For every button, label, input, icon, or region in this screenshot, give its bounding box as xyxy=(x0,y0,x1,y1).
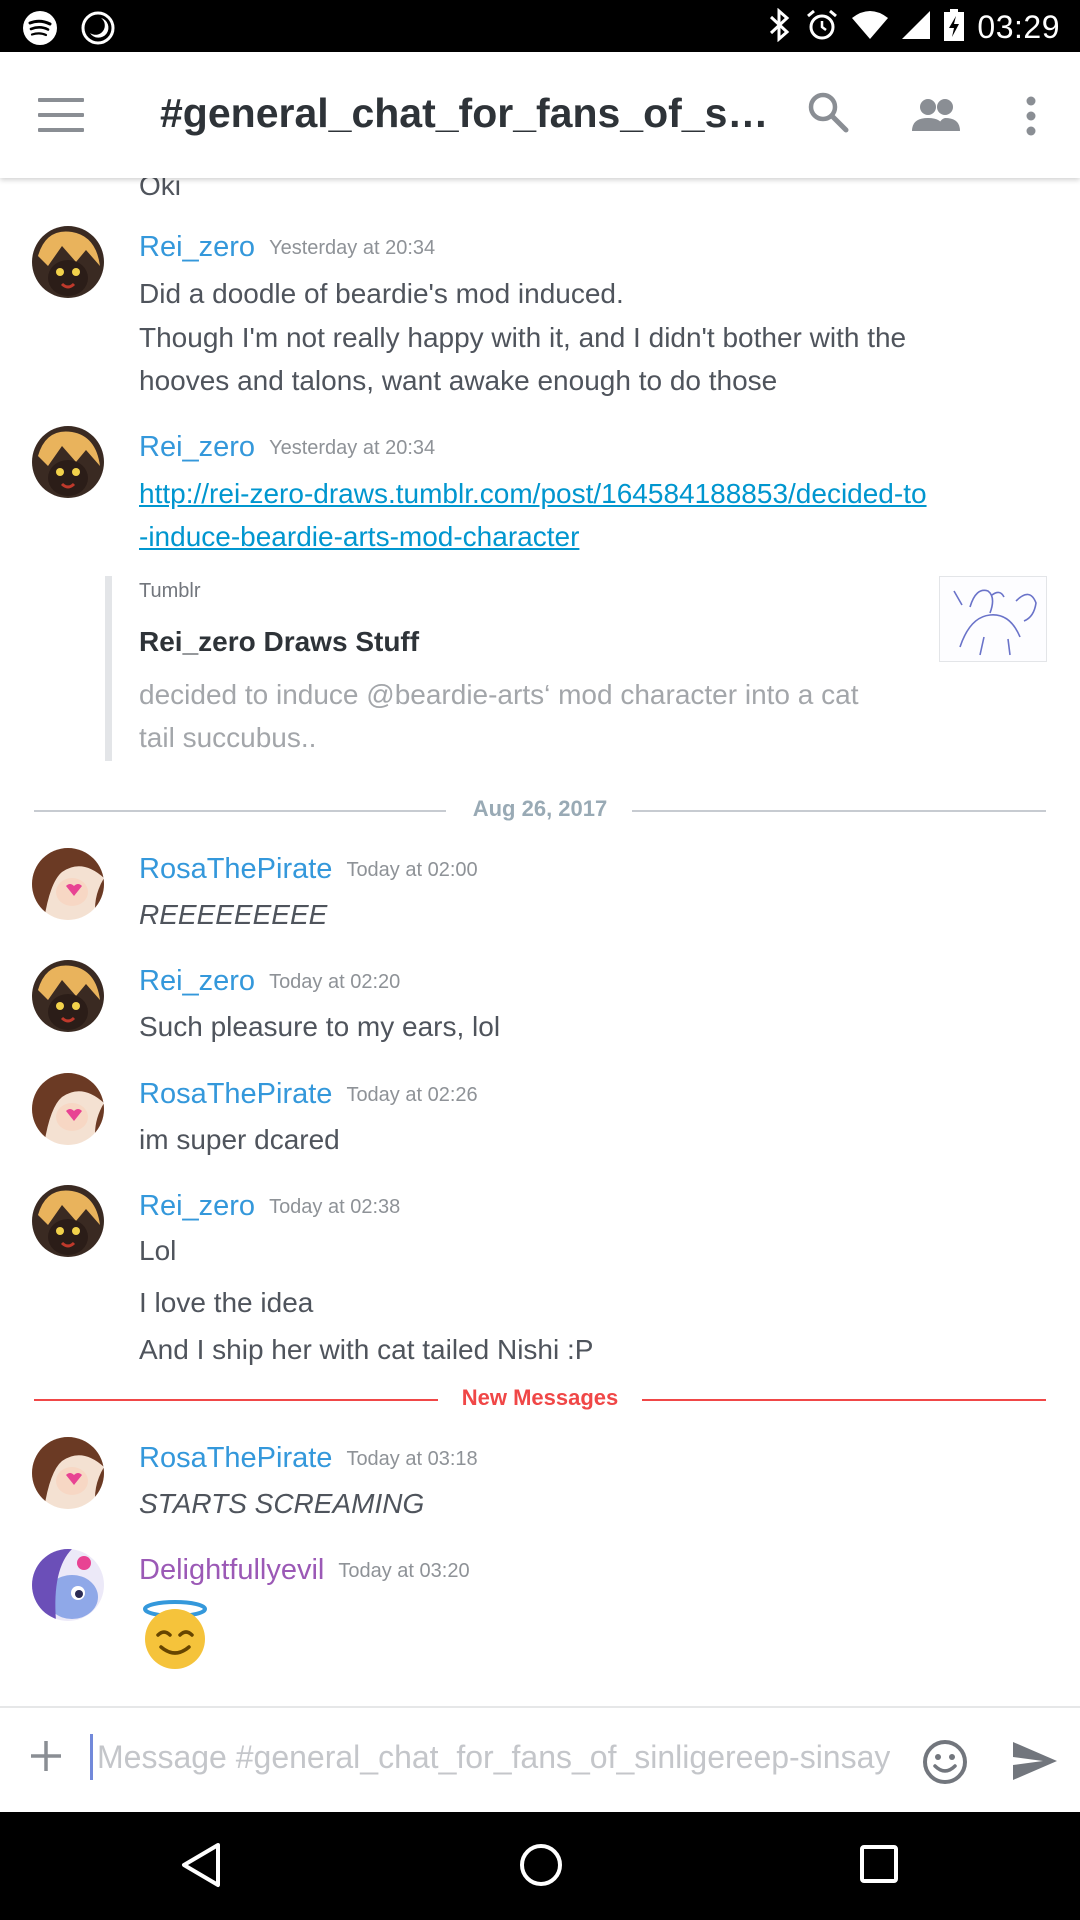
message-timestamp: Today at 02:38 xyxy=(269,1196,401,1218)
message-text: Lol xyxy=(139,1235,177,1266)
spotify-icon xyxy=(22,10,58,51)
message-text: STARTS SCREAMING xyxy=(139,1488,425,1519)
message-author[interactable]: Rei_zero Yesterday at 20:34 xyxy=(139,431,435,464)
message-author[interactable]: Delightfullyevil Today at 03:20 xyxy=(139,1554,470,1587)
message-author[interactable]: Rei_zero Today at 02:20 xyxy=(139,965,400,998)
new-messages-divider: New Messages xyxy=(34,1385,1046,1415)
menu-icon[interactable] xyxy=(38,98,84,132)
message-input[interactable] xyxy=(90,1734,890,1780)
send-icon[interactable] xyxy=(1011,1740,1059,1787)
message-author[interactable]: RosaThePirate Today at 03:18 xyxy=(139,1442,478,1475)
embed-thumbnail[interactable] xyxy=(939,576,1047,662)
message-author[interactable]: Rei_zero Today at 02:38 xyxy=(139,1190,400,1223)
message-text: Did a doodle of beardie's mod induced. xyxy=(139,278,624,309)
embed-description: tail succubus.. xyxy=(139,722,317,753)
message-text: Oki xyxy=(139,178,181,201)
status-bar: 03:29 xyxy=(0,0,1080,52)
avatar[interactable] xyxy=(32,226,104,298)
message-timestamp: Yesterday at 20:34 xyxy=(269,437,436,459)
back-icon[interactable] xyxy=(180,1842,222,1893)
link-embed[interactable]: Tumblr Rei_zero Draws Stuff decided to i… xyxy=(105,576,1047,761)
emoji-picker-icon[interactable] xyxy=(921,1738,969,1791)
wifi-icon xyxy=(851,10,889,45)
message-author[interactable]: RosaThePirate Today at 02:26 xyxy=(139,1078,478,1111)
avatar[interactable] xyxy=(32,426,104,498)
clock: 03:29 xyxy=(977,9,1060,45)
home-icon[interactable] xyxy=(518,1842,564,1893)
message-text: im super dcared xyxy=(139,1124,340,1155)
avatar[interactable] xyxy=(32,1185,104,1257)
smiling-face-with-halo-icon xyxy=(139,1599,211,1676)
recents-icon[interactable] xyxy=(859,1844,899,1889)
embed-title[interactable]: Rei_zero Draws Stuff xyxy=(139,626,419,658)
add-attachment-icon[interactable] xyxy=(28,1738,64,1774)
message-text: Though I'm not really happy with it, and… xyxy=(139,322,907,353)
moon-icon xyxy=(80,10,116,51)
message-text: I love the idea xyxy=(139,1287,314,1318)
message-timestamp: Today at 02:26 xyxy=(346,1084,478,1106)
battery-charging-icon xyxy=(943,8,965,47)
avatar[interactable] xyxy=(32,1073,104,1145)
new-messages-label: New Messages xyxy=(461,1385,619,1410)
message-link[interactable]: http://rei-zero-draws.tumblr.com/post/16… xyxy=(139,478,927,510)
search-icon[interactable] xyxy=(806,90,850,139)
message-timestamp: Today at 02:00 xyxy=(346,859,478,881)
bluetooth-icon xyxy=(767,7,793,47)
avatar[interactable] xyxy=(32,1549,104,1621)
avatar[interactable] xyxy=(32,1437,104,1509)
message-author[interactable]: RosaThePirate Today at 02:00 xyxy=(139,853,478,886)
message-author[interactable]: Rei_zero Yesterday at 20:34 xyxy=(139,231,435,264)
date-divider: Aug 26, 2017 xyxy=(34,796,1046,826)
message-timestamp: Today at 03:18 xyxy=(346,1448,478,1470)
message-list[interactable]: Oki Rei_zero Yesterday at 20:34 Did a doo… xyxy=(0,178,1080,1706)
message-link[interactable]: -induce-beardie-arts-mod-character xyxy=(139,521,579,553)
message-text: Such pleasure to my ears, lol xyxy=(139,1011,501,1042)
message-text: hooves and talons, want awake enough to … xyxy=(139,365,778,396)
members-icon[interactable] xyxy=(910,98,962,137)
message-text: And I ship her with cat tailed Nishi :P xyxy=(139,1334,594,1365)
avatar[interactable] xyxy=(32,960,104,1032)
date-divider-label: Aug 26, 2017 xyxy=(472,796,608,821)
embed-description: decided to induce @beardie-arts‘ mod cha… xyxy=(139,679,859,710)
channel-title: #general_chat_for_fans_of_sinlig... xyxy=(160,90,770,136)
message-timestamp: Today at 02:20 xyxy=(269,971,401,993)
overflow-menu-icon[interactable] xyxy=(1024,96,1038,141)
message-composer xyxy=(0,1706,1080,1812)
avatar[interactable] xyxy=(32,848,104,920)
embed-provider: Tumblr xyxy=(139,580,201,602)
system-nav-bar xyxy=(0,1812,1080,1920)
message-text: REEEEEEEEE xyxy=(139,899,328,930)
signal-icon xyxy=(901,10,931,45)
alarm-icon xyxy=(805,8,839,47)
channel-toolbar: #general_chat_for_fans_of_sinlig... xyxy=(0,52,1080,178)
message-timestamp: Yesterday at 20:34 xyxy=(269,237,436,259)
message-timestamp: Today at 03:20 xyxy=(338,1560,470,1582)
